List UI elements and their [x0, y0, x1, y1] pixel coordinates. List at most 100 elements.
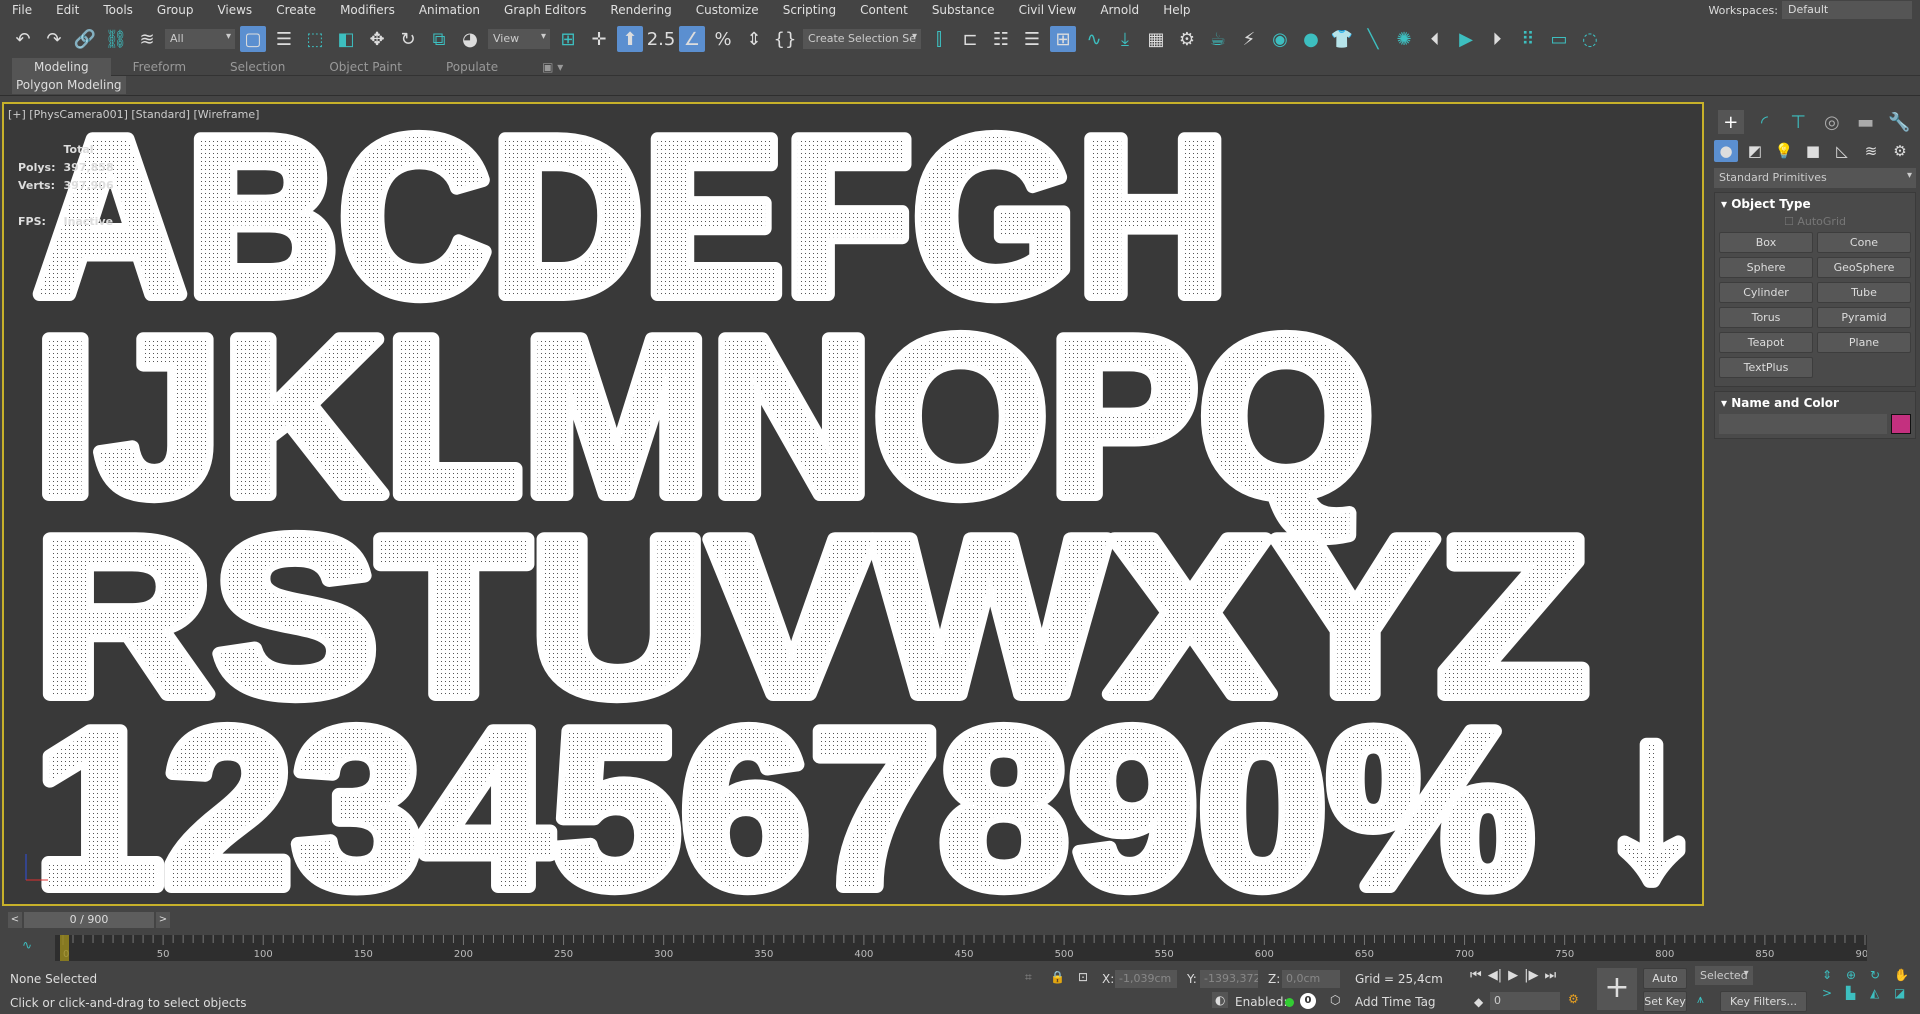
menu-edit[interactable]: Edit	[44, 3, 91, 17]
geosphere-button[interactable]: GeoSphere	[1817, 257, 1911, 278]
lock-icon[interactable]: 🔒	[1050, 970, 1065, 984]
menu-civil-view[interactable]: Civil View	[1007, 3, 1089, 17]
mini-curve-editor-icon[interactable]: ∿	[22, 938, 32, 952]
prev-frame-button[interactable]: <	[8, 912, 22, 928]
modify-tab-icon[interactable]: ◜	[1752, 110, 1778, 134]
pyramid-button[interactable]: Pyramid	[1817, 307, 1911, 328]
named-selection-dropdown[interactable]: Create Selection Se	[803, 29, 921, 49]
window-crossing-icon[interactable]: ◧	[333, 26, 359, 52]
y-coordinate-field[interactable]: -1393,372c	[1200, 970, 1258, 988]
layer-explorer-icon[interactable]: ☰	[1019, 26, 1045, 52]
go-to-start-icon[interactable]: ⏮	[1470, 968, 1482, 983]
lights-icon[interactable]: 💡	[1772, 140, 1796, 162]
time-config-icon[interactable]: ⚙	[1568, 992, 1579, 1006]
arnold-render-back-icon[interactable]: ⏴	[1422, 26, 1448, 52]
menu-views[interactable]: Views	[205, 3, 264, 17]
menu-arnold[interactable]: Arnold	[1088, 3, 1151, 17]
time-cursor[interactable]	[60, 935, 69, 961]
menu-create[interactable]: Create	[264, 3, 328, 17]
rendered-frame-icon[interactable]: ☕	[1205, 26, 1231, 52]
arnold-render-icon[interactable]: ▶	[1453, 26, 1479, 52]
scene-explorer-icon[interactable]: ☷	[988, 26, 1014, 52]
pan-icon[interactable]: ✋	[1894, 968, 1916, 982]
utilities-tab-icon[interactable]: 🔧	[1886, 110, 1912, 134]
next-key-icon[interactable]: |▶	[1524, 968, 1538, 983]
menu-tools[interactable]: Tools	[91, 3, 145, 17]
ribbon-options-icon[interactable]: ▣ ▾	[520, 60, 585, 74]
current-frame-field[interactable]: 0	[1490, 992, 1560, 1010]
cylinder-button[interactable]: Cylinder	[1719, 282, 1813, 303]
shapes-icon[interactable]: ◩	[1743, 140, 1767, 162]
play-icon[interactable]: ▶	[1508, 968, 1518, 983]
motion-tab-icon[interactable]: ◎	[1819, 110, 1845, 134]
time-slider[interactable]: < 0 / 900 >	[8, 912, 170, 928]
curve-editor-icon[interactable]: ∿	[1081, 26, 1107, 52]
select-by-name-icon[interactable]: ☰	[271, 26, 297, 52]
menu-customize[interactable]: Customize	[684, 3, 771, 17]
rect-selection-icon[interactable]: ⬚	[302, 26, 328, 52]
selection-filter-dropdown[interactable]: All	[165, 29, 235, 49]
edit-named-selection-icon[interactable]: {}	[772, 26, 798, 52]
isolate-icon[interactable]: ⌗	[1025, 970, 1032, 985]
bind-space-warp-icon[interactable]: ≋	[134, 26, 160, 52]
cone-button[interactable]: Cone	[1817, 232, 1911, 253]
ribbon-tab-freeform[interactable]: Freeform	[111, 60, 208, 74]
object-color-swatch[interactable]	[1891, 414, 1911, 434]
text-tool-icon[interactable]: ⠿	[1515, 26, 1541, 52]
redo-icon[interactable]: ↷	[41, 26, 67, 52]
ribbon-tab-object-paint[interactable]: Object Paint	[307, 60, 424, 74]
z-coordinate-field[interactable]: 0,0cm	[1282, 970, 1340, 988]
move-icon[interactable]: ✥	[364, 26, 390, 52]
ribbon-toggle-icon[interactable]: ⊞	[1050, 26, 1076, 52]
object-name-input[interactable]	[1719, 414, 1887, 434]
key-mode-dropdown[interactable]: Selected	[1695, 966, 1753, 985]
arnold-ipr-icon[interactable]: ⏵	[1484, 26, 1510, 52]
key-filters-button[interactable]: Key Filters...	[1720, 991, 1807, 1012]
absolute-mode-icon[interactable]: ⊡	[1078, 970, 1088, 984]
orbit-icon[interactable]: ↻	[1870, 968, 1892, 982]
space-warps-icon[interactable]: ≋	[1859, 140, 1883, 162]
manipulate-icon[interactable]: ✛	[586, 26, 612, 52]
menu-group[interactable]: Group	[145, 3, 206, 17]
key-tangent-icon[interactable]: ⩚	[1697, 992, 1704, 1007]
viewport[interactable]: [+] [PhysCamera001] [Standard] [Wirefram…	[2, 102, 1704, 906]
hierarchy-tab-icon[interactable]: ⊤	[1785, 110, 1811, 134]
zoom-icon[interactable]: ⇕	[1822, 968, 1844, 982]
menu-substance[interactable]: Substance	[920, 3, 1007, 17]
keyboard-shortcut-icon[interactable]: ⬆	[617, 26, 643, 52]
material-editor-icon[interactable]: ▦	[1143, 26, 1169, 52]
undo-icon[interactable]: ↶	[10, 26, 36, 52]
time-slider-value[interactable]: 0 / 900	[24, 912, 154, 928]
go-to-end-icon[interactable]: ⏭	[1544, 968, 1556, 983]
display-tab-icon[interactable]: ▬	[1853, 110, 1879, 134]
align-icon[interactable]: ⊏	[957, 26, 983, 52]
pivot-icon[interactable]: ⊞	[555, 26, 581, 52]
zoom-extents-icon[interactable]: ▙	[1846, 986, 1868, 1000]
percent-snap-icon[interactable]: %	[710, 26, 736, 52]
render-production-icon[interactable]: ⚡	[1236, 26, 1262, 52]
angle-snap-icon[interactable]: ∠	[679, 26, 705, 52]
render-setup-icon[interactable]: ⚙	[1174, 26, 1200, 52]
arnold-volume-icon[interactable]: ✺	[1391, 26, 1417, 52]
maximize-icon[interactable]: ◪	[1894, 986, 1916, 1000]
name-color-header[interactable]: ▾ Name and Color	[1715, 392, 1915, 414]
render-online-icon[interactable]: ◉	[1267, 26, 1293, 52]
menu-file[interactable]: File	[0, 3, 44, 17]
textplus-button[interactable]: TextPlus	[1719, 357, 1813, 378]
helpers-icon[interactable]: ◺	[1830, 140, 1854, 162]
menu-content[interactable]: Content	[848, 3, 920, 17]
prev-key-icon[interactable]: ◀|	[1488, 968, 1502, 983]
plane-button[interactable]: Plane	[1817, 332, 1911, 353]
enabled-indicator-icon[interactable]	[1285, 998, 1294, 1007]
spinner-snap-icon[interactable]: ⇕	[741, 26, 767, 52]
ref-coord-dropdown[interactable]: View	[488, 29, 550, 49]
mirror-icon[interactable]: ⫿	[926, 26, 952, 52]
cameras-icon[interactable]: ■	[1801, 140, 1825, 162]
key-mode-icon[interactable]: ◆	[1474, 995, 1483, 1009]
link-icon[interactable]: 🔗	[72, 26, 98, 52]
rotate-icon[interactable]: ↻	[395, 26, 421, 52]
teapot-button[interactable]: Teapot	[1719, 332, 1813, 353]
arnold-tool-icon[interactable]: ╲	[1360, 26, 1386, 52]
arnold-light-icon[interactable]: ●	[1298, 26, 1324, 52]
torus-button[interactable]: Torus	[1719, 307, 1813, 328]
